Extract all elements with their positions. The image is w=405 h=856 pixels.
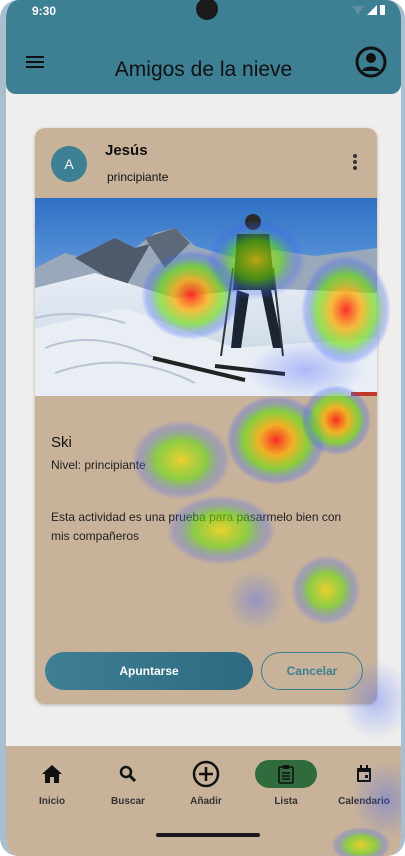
nav-item-calendario[interactable]: Calendario — [328, 760, 400, 807]
activity-level: Nivel: principiante — [51, 458, 146, 472]
nav-label-anadir: Añadir — [190, 796, 222, 807]
battery-icon — [380, 5, 385, 15]
active-indicator — [255, 760, 317, 788]
nav-label-inicio: Inicio — [38, 796, 66, 807]
calendar-icon — [357, 765, 371, 782]
status-icons — [352, 5, 385, 15]
wifi-icon — [352, 6, 364, 15]
nav-label-lista: Lista — [274, 796, 298, 807]
activity-card: A Jesús principiante Ski Nivel: principi… — [35, 128, 377, 704]
join-button[interactable]: Apuntarse — [45, 652, 253, 690]
activity-description: Esta actividad es una prueba para pasarm… — [51, 510, 342, 543]
more-vert-icon[interactable] — [353, 154, 357, 172]
nav-item-buscar[interactable]: Buscar — [92, 760, 164, 807]
nav-item-lista[interactable]: Lista — [250, 760, 322, 807]
activity-title: Ski — [51, 434, 72, 451]
home-icon — [42, 765, 62, 783]
signal-icon — [367, 5, 377, 15]
account-circle-icon[interactable] — [355, 46, 387, 78]
camera-cutout — [196, 0, 218, 20]
clipboard-list-icon — [278, 765, 294, 784]
cancel-button[interactable]: Cancelar — [261, 652, 363, 690]
nav-item-inicio[interactable]: Inicio — [16, 760, 88, 807]
add-circle-icon — [192, 760, 220, 788]
phone-screen: 9:30 Amigos de la nieve A Jesús principi… — [0, 0, 405, 856]
bottom-navigation: Inicio Buscar Añadir Lista Calendario — [6, 746, 401, 856]
card-user-name: Jesús — [105, 142, 148, 159]
avatar[interactable]: A — [51, 146, 87, 182]
search-icon — [119, 765, 137, 783]
nav-label-buscar: Buscar — [111, 796, 145, 807]
status-time: 9:30 — [32, 4, 57, 18]
app-bar: 9:30 Amigos de la nieve — [6, 0, 401, 94]
activity-photo — [35, 198, 377, 396]
home-indicator-bar — [156, 833, 260, 837]
nav-label-calendario: Calendario — [338, 796, 390, 807]
nav-item-anadir[interactable]: Añadir — [170, 760, 242, 807]
app-title: Amigos de la nieve — [114, 58, 293, 81]
card-user-level: principiante — [107, 170, 169, 184]
